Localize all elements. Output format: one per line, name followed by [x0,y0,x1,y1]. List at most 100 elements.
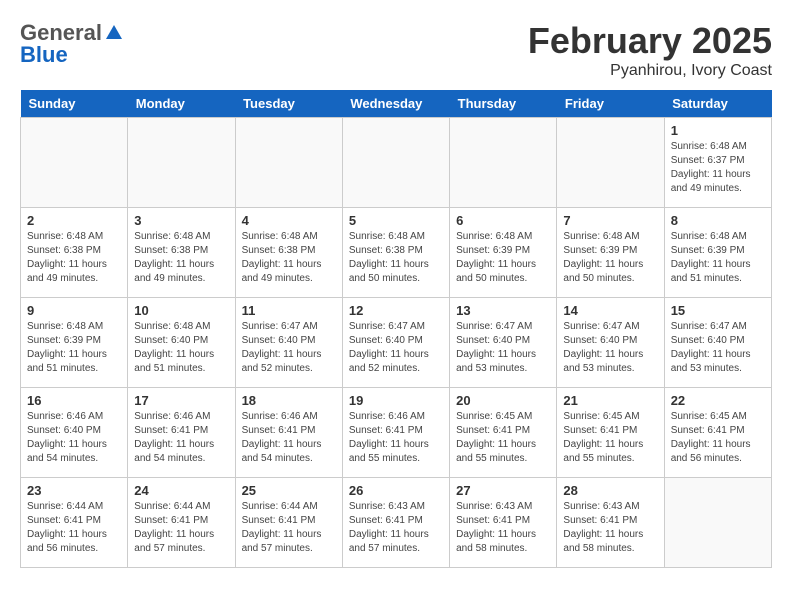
day-number: 15 [671,303,765,318]
day-info: Sunrise: 6:48 AM Sunset: 6:39 PM Dayligh… [563,230,657,286]
calendar-cell: 8 Sunrise: 6:48 AM Sunset: 6:39 PM Daylig… [664,208,771,298]
calendar-cell [450,118,557,208]
day-number: 16 [27,393,121,408]
day-number: 13 [456,303,550,318]
day-number: 9 [27,303,121,318]
day-info: Sunrise: 6:47 AM Sunset: 6:40 PM Dayligh… [671,320,765,376]
calendar-cell: 17 Sunrise: 6:46 AM Sunset: 6:41 PM Dayli… [128,388,235,478]
calendar-cell: 21 Sunrise: 6:45 AM Sunset: 6:41 PM Dayli… [557,388,664,478]
location: Pyanhirou, Ivory Coast [528,62,772,80]
calendar-cell: 4 Sunrise: 6:48 AM Sunset: 6:38 PM Daylig… [235,208,342,298]
day-info: Sunrise: 6:47 AM Sunset: 6:40 PM Dayligh… [456,320,550,376]
day-info: Sunrise: 6:46 AM Sunset: 6:41 PM Dayligh… [134,410,228,466]
calendar-cell: 12 Sunrise: 6:47 AM Sunset: 6:40 PM Dayli… [342,298,449,388]
calendar-cell: 5 Sunrise: 6:48 AM Sunset: 6:38 PM Daylig… [342,208,449,298]
calendar-cell: 16 Sunrise: 6:46 AM Sunset: 6:40 PM Dayli… [21,388,128,478]
day-info: Sunrise: 6:48 AM Sunset: 6:40 PM Dayligh… [134,320,228,376]
calendar-cell: 23 Sunrise: 6:44 AM Sunset: 6:41 PM Dayli… [21,478,128,568]
weekday-header: Friday [557,90,664,118]
day-info: Sunrise: 6:43 AM Sunset: 6:41 PM Dayligh… [349,500,443,556]
calendar-cell: 27 Sunrise: 6:43 AM Sunset: 6:41 PM Dayli… [450,478,557,568]
day-info: Sunrise: 6:46 AM Sunset: 6:41 PM Dayligh… [242,410,336,466]
day-number: 24 [134,483,228,498]
day-info: Sunrise: 6:48 AM Sunset: 6:38 PM Dayligh… [27,230,121,286]
day-number: 3 [134,213,228,228]
day-info: Sunrise: 6:47 AM Sunset: 6:40 PM Dayligh… [242,320,336,376]
day-number: 7 [563,213,657,228]
day-number: 25 [242,483,336,498]
day-number: 12 [349,303,443,318]
calendar-cell: 19 Sunrise: 6:46 AM Sunset: 6:41 PM Dayli… [342,388,449,478]
calendar-cell: 11 Sunrise: 6:47 AM Sunset: 6:40 PM Dayli… [235,298,342,388]
calendar-cell: 9 Sunrise: 6:48 AM Sunset: 6:39 PM Daylig… [21,298,128,388]
calendar-cell: 1 Sunrise: 6:48 AM Sunset: 6:37 PM Daylig… [664,118,771,208]
weekday-header-row: SundayMondayTuesdayWednesdayThursdayFrid… [21,90,772,118]
day-info: Sunrise: 6:44 AM Sunset: 6:41 PM Dayligh… [242,500,336,556]
calendar-cell [21,118,128,208]
calendar-cell [557,118,664,208]
calendar-cell: 15 Sunrise: 6:47 AM Sunset: 6:40 PM Dayli… [664,298,771,388]
calendar-cell: 7 Sunrise: 6:48 AM Sunset: 6:39 PM Daylig… [557,208,664,298]
day-number: 1 [671,123,765,138]
day-number: 18 [242,393,336,408]
day-number: 11 [242,303,336,318]
logo-icon [104,23,124,43]
day-number: 10 [134,303,228,318]
weekday-header: Wednesday [342,90,449,118]
day-info: Sunrise: 6:46 AM Sunset: 6:40 PM Dayligh… [27,410,121,466]
day-info: Sunrise: 6:43 AM Sunset: 6:41 PM Dayligh… [563,500,657,556]
day-info: Sunrise: 6:48 AM Sunset: 6:38 PM Dayligh… [349,230,443,286]
calendar-cell: 24Sunrise: 6:44 AM Sunset: 6:41 PM Dayli… [128,478,235,568]
day-number: 19 [349,393,443,408]
weekday-header: Tuesday [235,90,342,118]
calendar-week-row: 23 Sunrise: 6:44 AM Sunset: 6:41 PM Dayli… [21,478,772,568]
day-info: Sunrise: 6:48 AM Sunset: 6:37 PM Dayligh… [671,140,765,196]
logo-blue: Blue [20,42,68,68]
day-info: Sunrise: 6:48 AM Sunset: 6:38 PM Dayligh… [242,230,336,286]
calendar-cell: 26 Sunrise: 6:43 AM Sunset: 6:41 PM Dayli… [342,478,449,568]
weekday-header: Monday [128,90,235,118]
calendar-cell: 20 Sunrise: 6:45 AM Sunset: 6:41 PM Dayli… [450,388,557,478]
day-number: 5 [349,213,443,228]
calendar-week-row: 1 Sunrise: 6:48 AM Sunset: 6:37 PM Daylig… [21,118,772,208]
calendar-cell [664,478,771,568]
month-title: February 2025 [528,20,772,62]
day-info: Sunrise: 6:45 AM Sunset: 6:41 PM Dayligh… [456,410,550,466]
day-number: 26 [349,483,443,498]
day-info: Sunrise: 6:47 AM Sunset: 6:40 PM Dayligh… [563,320,657,376]
weekday-header: Sunday [21,90,128,118]
day-number: 28 [563,483,657,498]
day-info: Sunrise: 6:44 AM Sunset: 6:41 PM Dayligh… [27,500,121,556]
day-number: 4 [242,213,336,228]
calendar-week-row: 2 Sunrise: 6:48 AM Sunset: 6:38 PM Daylig… [21,208,772,298]
calendar-table: SundayMondayTuesdayWednesdayThursdayFrid… [20,90,772,568]
day-number: 6 [456,213,550,228]
calendar-cell [342,118,449,208]
calendar-cell: 14Sunrise: 6:47 AM Sunset: 6:40 PM Dayli… [557,298,664,388]
day-info: Sunrise: 6:45 AM Sunset: 6:41 PM Dayligh… [563,410,657,466]
calendar-week-row: 9 Sunrise: 6:48 AM Sunset: 6:39 PM Daylig… [21,298,772,388]
day-number: 21 [563,393,657,408]
calendar-cell [235,118,342,208]
day-number: 23 [27,483,121,498]
day-info: Sunrise: 6:46 AM Sunset: 6:41 PM Dayligh… [349,410,443,466]
calendar-cell: 2 Sunrise: 6:48 AM Sunset: 6:38 PM Daylig… [21,208,128,298]
day-number: 2 [27,213,121,228]
day-info: Sunrise: 6:47 AM Sunset: 6:40 PM Dayligh… [349,320,443,376]
day-number: 27 [456,483,550,498]
day-number: 17 [134,393,228,408]
logo: General Blue [20,20,124,68]
weekday-header: Thursday [450,90,557,118]
calendar-cell: 22 Sunrise: 6:45 AM Sunset: 6:41 PM Dayli… [664,388,771,478]
day-number: 8 [671,213,765,228]
day-number: 20 [456,393,550,408]
calendar-cell: 13 Sunrise: 6:47 AM Sunset: 6:40 PM Dayli… [450,298,557,388]
day-info: Sunrise: 6:48 AM Sunset: 6:39 PM Dayligh… [671,230,765,286]
day-info: Sunrise: 6:48 AM Sunset: 6:38 PM Dayligh… [134,230,228,286]
day-info: Sunrise: 6:43 AM Sunset: 6:41 PM Dayligh… [456,500,550,556]
day-number: 22 [671,393,765,408]
weekday-header: Saturday [664,90,771,118]
day-info: Sunrise: 6:45 AM Sunset: 6:41 PM Dayligh… [671,410,765,466]
day-info: Sunrise: 6:48 AM Sunset: 6:39 PM Dayligh… [27,320,121,376]
day-info: Sunrise: 6:48 AM Sunset: 6:39 PM Dayligh… [456,230,550,286]
